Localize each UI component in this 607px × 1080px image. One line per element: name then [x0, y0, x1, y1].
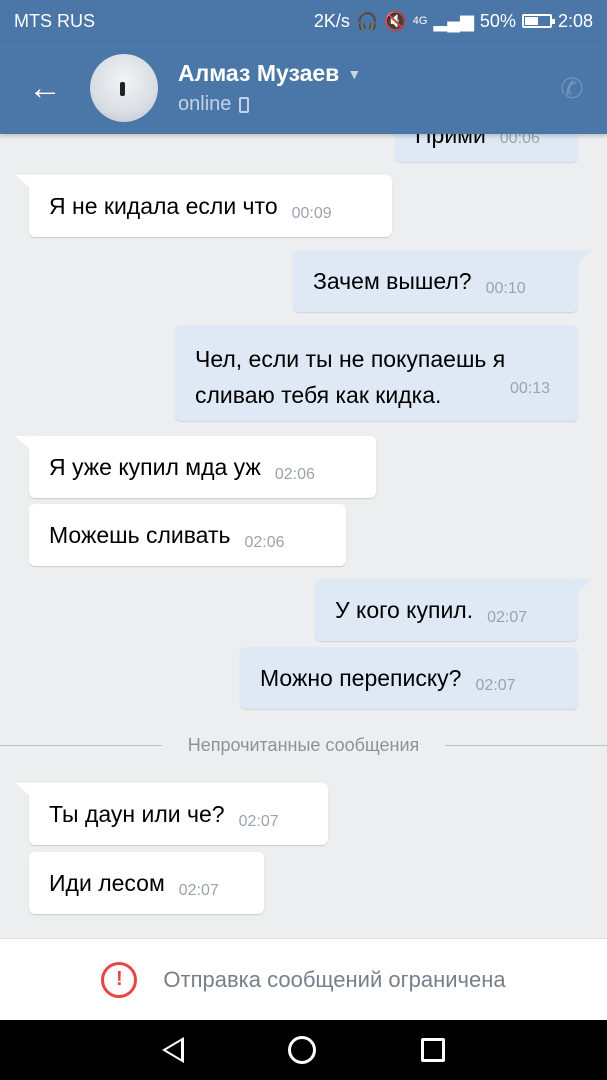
status-icons: 2K/s 🎧 🔇 4G ▂▄▆ 50% 2:08	[314, 11, 593, 32]
message-time: 02:06	[244, 534, 285, 551]
divider-line	[0, 744, 162, 746]
message-text: Прими	[415, 134, 486, 148]
contact-status-row: online	[178, 93, 537, 116]
headphones-icon: 🎧	[355, 10, 379, 31]
chevron-down-icon: ▼	[347, 65, 362, 82]
message-text: Чел, если ты не покупаешь я сливаю тебя …	[195, 346, 506, 408]
clock: 2:08	[557, 10, 593, 31]
message-text: Иди лесом	[49, 869, 165, 896]
back-button[interactable]: ←	[0, 42, 90, 134]
message-time: 00:10	[485, 280, 526, 297]
message-time: 00:13	[510, 380, 551, 397]
avatar[interactable]	[90, 54, 158, 122]
battery-percent: 50%	[479, 10, 516, 31]
contact-status: online	[178, 93, 232, 115]
carrier-label: MTS RUS	[14, 10, 95, 31]
message-time: 02:07	[475, 677, 516, 694]
messaging-restricted-bar: ! Отправка сообщений ограничена	[0, 938, 607, 1020]
mobile-icon	[239, 96, 250, 113]
message-text: Зачем вышел?	[313, 267, 472, 294]
message-outgoing[interactable]: Зачем вышел? 00:10	[293, 250, 592, 312]
message-time: 02:07	[178, 882, 219, 899]
message-incoming[interactable]: Я не кидала если что 00:09	[15, 175, 392, 237]
divider-line	[445, 744, 607, 746]
message-outgoing[interactable]: Чел, если ты не покупаешь я сливаю тебя …	[175, 325, 578, 421]
signal-icon: ▂▄▆	[433, 10, 474, 31]
message-text: Я не кидала если что	[49, 192, 278, 219]
chat-header: ← Алмаз Музаев ▼ online ✆	[0, 42, 607, 134]
arrow-left-icon: ←	[28, 68, 62, 107]
message-outgoing[interactable]: Прими 00:06	[395, 134, 578, 162]
message-text: Можешь сливать	[49, 521, 231, 548]
message-incoming[interactable]: Можешь сливать 02:06	[29, 504, 346, 566]
message-time: 02:07	[487, 609, 528, 626]
message-incoming[interactable]: Я уже купил мда уж 02:06	[15, 436, 376, 498]
message-text: Я уже купил мда уж	[49, 453, 261, 480]
unread-divider-label: Непрочитанные сообщения	[187, 734, 420, 755]
message-incoming[interactable]: Ты даун или че? 02:07	[15, 783, 328, 845]
nav-recents-icon[interactable]	[420, 1038, 445, 1062]
message-text: Ты даун или че?	[49, 800, 225, 827]
message-time: 00:06	[499, 134, 540, 147]
message-outgoing[interactable]: Можно переписку? 02:07	[240, 647, 578, 709]
message-text: У кого купил.	[335, 596, 474, 623]
unread-divider: Непрочитанные сообщения	[0, 732, 607, 758]
message-time: 00:09	[291, 205, 332, 222]
network-speed: 2K/s	[313, 10, 350, 31]
message-text: Можно переписку?	[260, 664, 462, 691]
nav-back-icon[interactable]	[162, 1037, 185, 1063]
system-nav-bar	[0, 1020, 607, 1080]
message-outgoing[interactable]: У кого купил. 02:07	[315, 579, 592, 641]
message-time: 02:06	[274, 466, 315, 483]
mute-icon: 🔇	[384, 10, 407, 31]
phone-icon: ✆	[560, 72, 584, 104]
restriction-text: Отправка сообщений ограничена	[163, 966, 506, 992]
network-type: 4G	[412, 15, 428, 27]
contact-name-row: Алмаз Музаев ▼	[178, 60, 537, 87]
battery-icon	[521, 14, 555, 28]
contact-name: Алмаз Музаев	[178, 60, 340, 86]
message-time: 02:07	[238, 813, 279, 830]
status-bar: MTS RUS 2K/s 🎧 🔇 4G ▂▄▆ 50% 2:08	[0, 0, 607, 42]
message-list[interactable]: Прими 00:06 Я не кидала если что 00:09 З…	[0, 134, 607, 938]
call-button[interactable]: ✆	[537, 72, 607, 105]
contact-info[interactable]: Алмаз Музаев ▼ online	[178, 60, 537, 116]
message-incoming[interactable]: Иди лесом 02:07	[29, 852, 264, 914]
nav-home-icon[interactable]	[288, 1036, 317, 1064]
warning-icon: !	[101, 961, 138, 998]
